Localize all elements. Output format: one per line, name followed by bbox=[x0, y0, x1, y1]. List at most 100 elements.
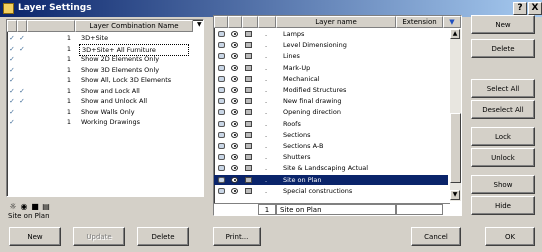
eye-icon[interactable]: ◉ bbox=[19, 202, 29, 211]
show-check-icon[interactable]: ✓ bbox=[8, 65, 16, 75]
deselect-all-button[interactable]: Deselect All bbox=[471, 100, 535, 119]
left-col2-header[interactable] bbox=[17, 20, 27, 32]
unlock-button[interactable]: Unlock bbox=[471, 148, 535, 167]
eye-icon[interactable] bbox=[231, 154, 238, 161]
ok-button[interactable]: OK bbox=[485, 227, 535, 246]
show-toggle-icon[interactable] bbox=[218, 64, 225, 71]
hide-button[interactable]: Hide bbox=[471, 196, 535, 215]
select-all-button[interactable]: Select All bbox=[471, 79, 535, 98]
scroll-thumb[interactable] bbox=[450, 113, 461, 183]
layer-row[interactable]: . Shutters bbox=[214, 152, 448, 162]
lock-check-icon[interactable]: ✓ bbox=[18, 44, 26, 54]
show-toggle-icon[interactable] bbox=[218, 53, 225, 60]
combination-name-header[interactable]: Layer Combination Name bbox=[75, 20, 193, 32]
layer-row[interactable]: . Roofs bbox=[214, 119, 448, 129]
layer-name-header[interactable]: Layer name bbox=[276, 16, 396, 28]
lock-icon[interactable] bbox=[245, 75, 252, 82]
combination-row[interactable]: ✓ 1 Show 3D Elements Only bbox=[7, 65, 203, 76]
show-column-header[interactable] bbox=[214, 16, 228, 28]
scroll-up-arrow-icon[interactable]: ▲ bbox=[450, 29, 460, 39]
close-button[interactable]: X bbox=[528, 2, 542, 15]
eye-icon[interactable] bbox=[231, 64, 238, 71]
delete-layer-button[interactable]: Delete bbox=[471, 39, 535, 58]
eye-icon[interactable] bbox=[231, 42, 238, 49]
layer-row[interactable]: . Sections A-B bbox=[214, 141, 448, 151]
show-check-icon[interactable]: ✓ bbox=[8, 96, 16, 106]
update-combination-button[interactable]: Update bbox=[73, 227, 125, 246]
lock-icon[interactable] bbox=[245, 87, 252, 93]
eye-icon[interactable] bbox=[231, 109, 238, 116]
edit-extension-field[interactable] bbox=[396, 204, 443, 215]
show-toggle-icon[interactable] bbox=[218, 75, 225, 82]
show-icon[interactable]: ☼ bbox=[8, 202, 18, 211]
layer-row[interactable]: . New final drawing bbox=[214, 96, 448, 106]
combination-row[interactable]: ✓ ✓ 1 Show and Lock All bbox=[7, 86, 203, 97]
lock-icon[interactable] bbox=[245, 165, 252, 172]
layer-row[interactable]: . Level Dimensioning bbox=[214, 40, 448, 50]
filter-icon[interactable]: ▼ bbox=[443, 16, 461, 28]
combination-row[interactable]: ✓ ✓ 1 Show and Unlock All bbox=[7, 96, 203, 107]
lock-icon[interactable] bbox=[245, 98, 252, 105]
lock-check-icon[interactable]: ✓ bbox=[18, 96, 26, 106]
lock-column-header[interactable] bbox=[242, 16, 258, 28]
show-toggle-icon[interactable] bbox=[218, 131, 225, 138]
eye-icon[interactable] bbox=[231, 87, 238, 93]
layer-combination-list[interactable]: Layer Combination Name ▼ ✓ ✓ 1 3D+Site ✓ ✓ 1 3D… bbox=[6, 19, 204, 197]
show-toggle-icon[interactable] bbox=[218, 42, 225, 49]
combination-row[interactable]: ✓ 1 Working Drawings bbox=[7, 117, 203, 128]
layer-row[interactable]: . Site & Landscaping Actual bbox=[214, 163, 448, 173]
show-check-icon[interactable]: ✓ bbox=[8, 44, 16, 54]
show-toggle-icon[interactable] bbox=[218, 187, 225, 194]
lock-icon[interactable] bbox=[245, 120, 252, 127]
eye-icon[interactable] bbox=[231, 98, 238, 105]
layer-row[interactable]: . Lamps bbox=[214, 29, 448, 39]
show-check-icon[interactable]: ✓ bbox=[8, 117, 16, 127]
lock-icon[interactable] bbox=[245, 131, 252, 138]
scroll-down-arrow-icon[interactable]: ▼ bbox=[450, 190, 460, 200]
eye-icon[interactable] bbox=[231, 75, 238, 82]
eye-icon[interactable] bbox=[231, 176, 238, 183]
left-col1-header[interactable] bbox=[7, 20, 17, 32]
layer-row[interactable]: . Special constructions bbox=[214, 186, 448, 196]
layer-row[interactable]: . Lines bbox=[214, 51, 448, 61]
combination-row[interactable]: ✓ ✓ 1 3D+Site+ All Furniture bbox=[7, 43, 203, 56]
show-check-icon[interactable]: ✓ bbox=[8, 33, 16, 43]
eye-icon[interactable] bbox=[231, 131, 238, 138]
show-check-icon[interactable]: ✓ bbox=[8, 107, 16, 117]
lock-icon[interactable] bbox=[245, 64, 252, 71]
lock-icon[interactable] bbox=[245, 31, 252, 37]
lock-icon[interactable] bbox=[245, 187, 252, 194]
delete-combination-button[interactable]: Delete bbox=[137, 227, 189, 246]
layers-scrollbar[interactable]: ▲ ▼ bbox=[450, 29, 461, 201]
show-toggle-icon[interactable] bbox=[218, 154, 225, 161]
help-button[interactable]: ? bbox=[513, 2, 527, 15]
layer-row[interactable]: . Mechanical bbox=[214, 74, 448, 84]
show-toggle-icon[interactable] bbox=[218, 98, 225, 105]
show-toggle-icon[interactable] bbox=[218, 31, 225, 37]
show-check-icon[interactable]: ✓ bbox=[8, 86, 16, 96]
cancel-button[interactable]: Cancel bbox=[411, 227, 461, 246]
print-button[interactable]: Print... bbox=[213, 227, 261, 246]
layer-row[interactable]: . Opening direction bbox=[214, 107, 448, 117]
lock-check-icon[interactable]: ✓ bbox=[18, 86, 26, 96]
left-col3-header[interactable] bbox=[27, 20, 75, 32]
show-button[interactable]: Show bbox=[471, 175, 535, 194]
lock-icon[interactable] bbox=[245, 109, 252, 116]
layer-row[interactable]: . Mark-Up bbox=[214, 63, 448, 73]
new-combination-button[interactable]: New bbox=[9, 227, 61, 246]
eye-icon[interactable] bbox=[231, 53, 238, 60]
show-toggle-icon[interactable] bbox=[218, 165, 225, 172]
lock-icon[interactable] bbox=[245, 53, 252, 60]
layer-row[interactable]: . Sections bbox=[214, 130, 448, 140]
edit-layer-name-field[interactable]: Site on Plan bbox=[276, 204, 396, 215]
show-toggle-icon[interactable] bbox=[218, 143, 225, 149]
layer-row[interactable]: . Modified Structures bbox=[214, 85, 448, 95]
layer-row[interactable]: . Site on Plan bbox=[214, 174, 448, 185]
show-check-icon[interactable]: ✓ bbox=[8, 75, 16, 85]
combination-row[interactable]: ✓ 1 Show 2D Elements Only bbox=[7, 54, 203, 65]
combination-row[interactable]: ✓ 1 Show All, Lock 3D Elements bbox=[7, 75, 203, 86]
combination-row[interactable]: ✓ 1 Show Walls Only bbox=[7, 107, 203, 118]
lock-check-icon[interactable]: ✓ bbox=[18, 33, 26, 43]
lock-icon[interactable]: ■ bbox=[30, 202, 40, 211]
show-toggle-icon[interactable] bbox=[218, 120, 225, 127]
